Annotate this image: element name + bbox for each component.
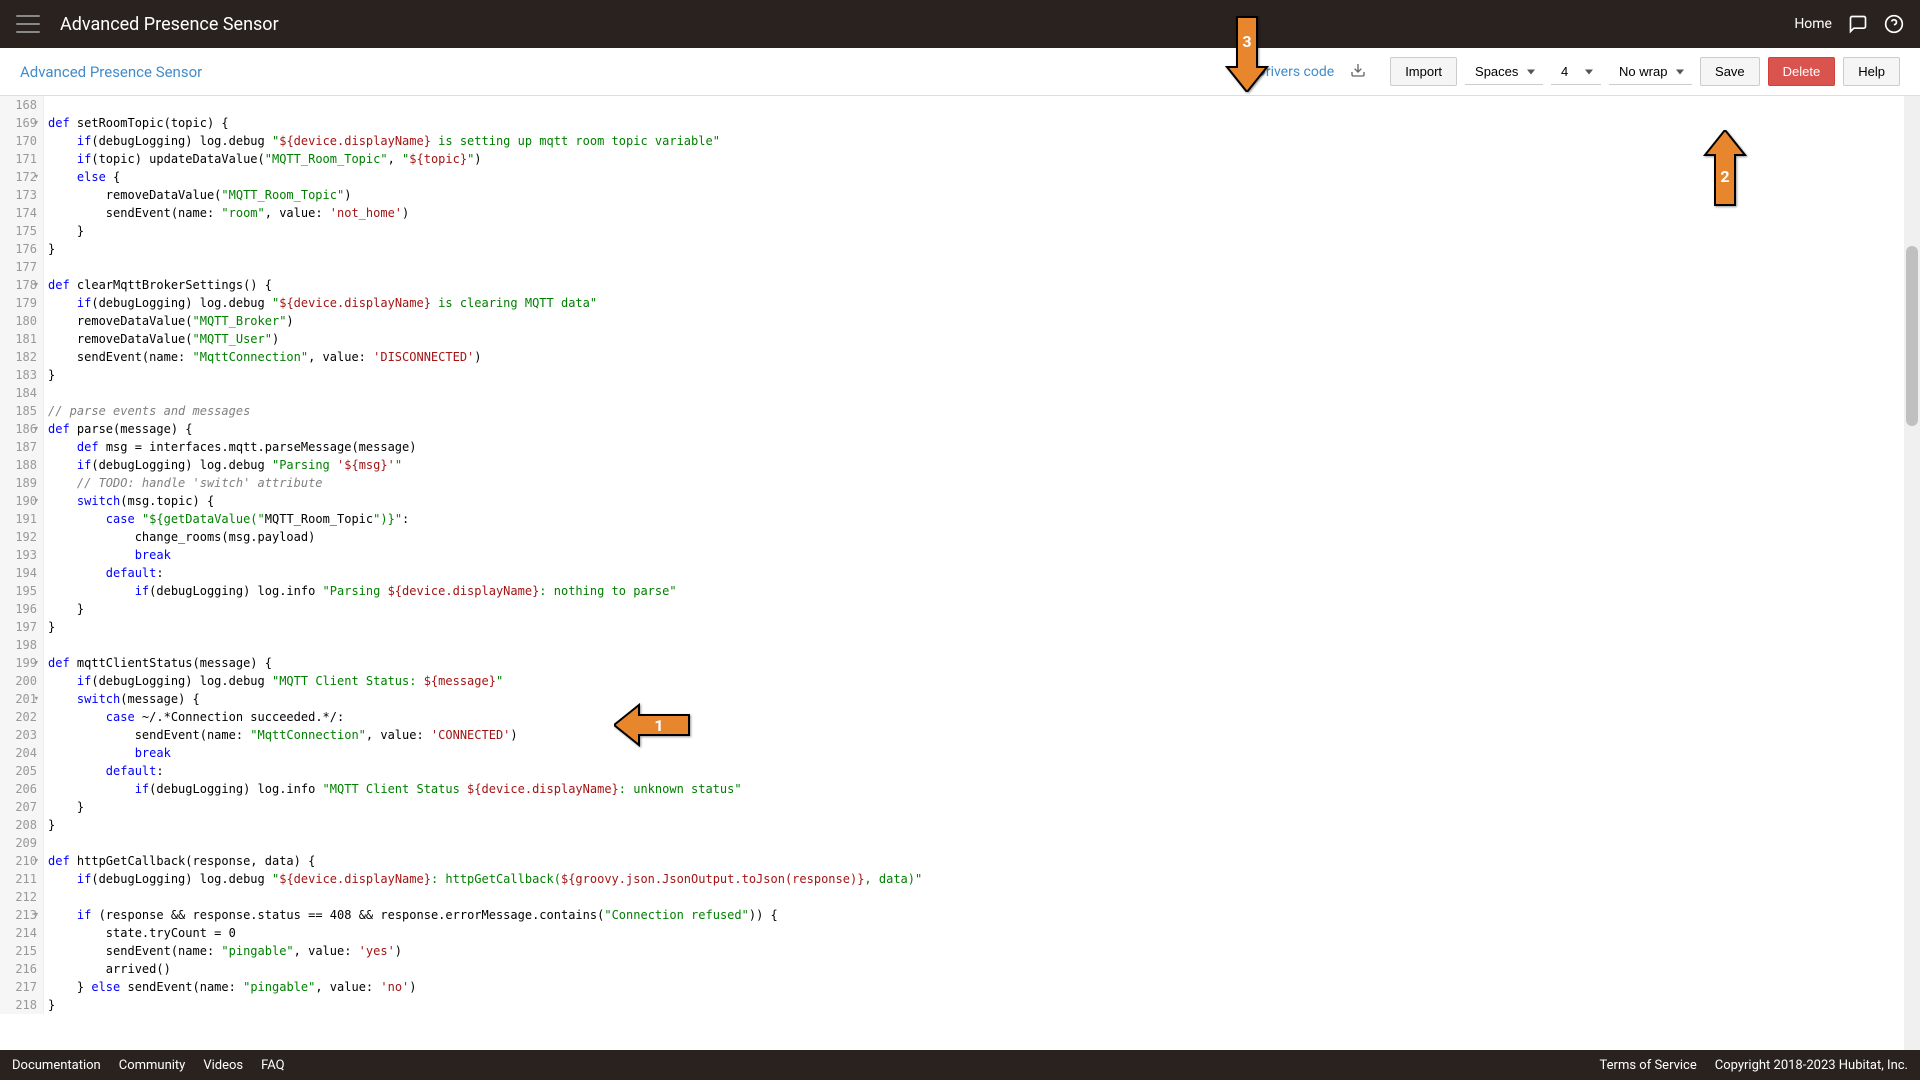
help-icon[interactable] — [1884, 14, 1904, 34]
help-button[interactable]: Help — [1843, 57, 1900, 86]
scrollbar-thumb[interactable] — [1906, 246, 1918, 426]
import-button[interactable]: Import — [1390, 57, 1457, 86]
indent-type-select[interactable]: Spaces — [1465, 59, 1543, 85]
vertical-scrollbar[interactable] — [1904, 96, 1920, 1050]
app-header: Advanced Presence Sensor Home — [0, 0, 1920, 48]
download-icon[interactable] — [1350, 62, 1366, 82]
page-title: Advanced Presence Sensor — [60, 14, 1794, 35]
wrap-select[interactable]: No wrap — [1609, 59, 1692, 85]
code-content[interactable]: def setRoomTopic(topic) { if(debugLoggin… — [48, 96, 1920, 1014]
footer-community-link[interactable]: Community — [119, 1058, 186, 1073]
footer-terms[interactable]: Terms of Service — [1600, 1058, 1697, 1073]
save-button[interactable]: Save — [1700, 57, 1760, 86]
line-gutter: 1681691701711721731741751761771781791801… — [0, 96, 44, 1014]
footer-videos-link[interactable]: Videos — [203, 1058, 243, 1073]
editor-toolbar: Advanced Presence Sensor « Drivers code … — [0, 48, 1920, 96]
code-editor[interactable]: 1681691701711721731741751761771781791801… — [0, 96, 1920, 1050]
drivers-code-link[interactable]: « Drivers code — [1247, 64, 1335, 80]
delete-button[interactable]: Delete — [1768, 57, 1836, 86]
footer-faq-link[interactable]: FAQ — [261, 1058, 284, 1073]
footer-documentation-link[interactable]: Documentation — [12, 1058, 101, 1073]
indent-size-select[interactable]: 4 — [1551, 59, 1601, 85]
app-footer: Documentation Community Videos FAQ Terms… — [0, 1050, 1920, 1080]
footer-copyright: Copyright 2018-2023 Hubitat, Inc. — [1715, 1058, 1908, 1073]
breadcrumb[interactable]: Advanced Presence Sensor — [20, 63, 202, 81]
home-link[interactable]: Home — [1794, 16, 1832, 32]
hamburger-menu-icon[interactable] — [16, 15, 40, 33]
chat-icon[interactable] — [1848, 14, 1868, 34]
